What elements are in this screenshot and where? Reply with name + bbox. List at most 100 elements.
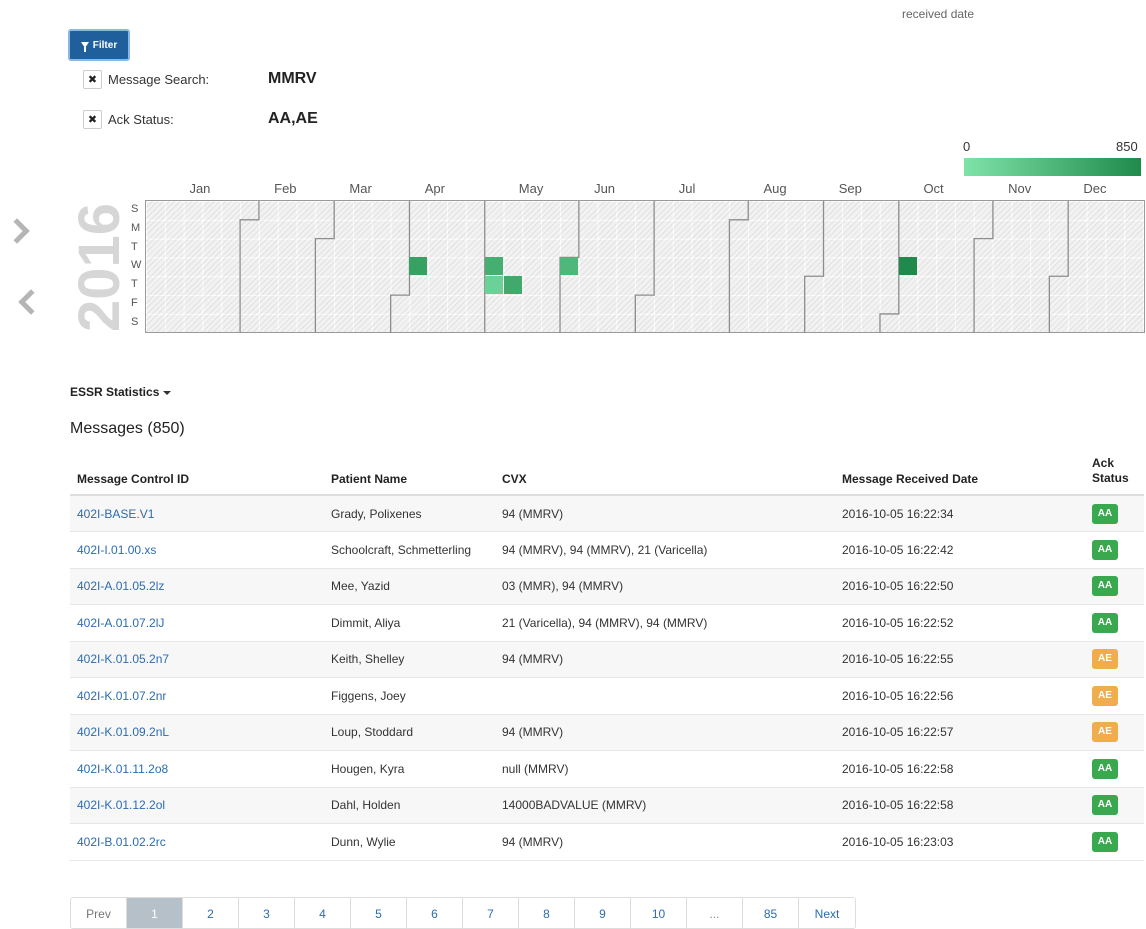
page-85[interactable]: 85 (743, 898, 799, 928)
received-date-cell: 2016-10-05 16:22:50 (835, 568, 1085, 605)
table-row[interactable]: 402I-BASE.V1 Grady, Polixenes 94 (MMRV) 201… (70, 495, 1144, 532)
message-id-link[interactable]: 402I-K.01.11.2o8 (77, 762, 168, 776)
calendar-day-cell[interactable] (484, 257, 503, 276)
table-row[interactable]: 402I-K.01.12.2ol Dahl, Holden 14000BADVALU… (70, 787, 1144, 824)
page-1[interactable]: 1 (127, 898, 183, 928)
filter-ack-status: ✖ Ack Status: AA,AE (83, 109, 318, 129)
color-legend-bar (964, 158, 1141, 176)
table-row[interactable]: 402I-K.01.09.2nL Loup, Stoddard 94 (MMRV) 2… (70, 714, 1144, 751)
filter-message-search: ✖ Message Search: MMRV (83, 69, 317, 89)
month-label-mar: Mar (349, 181, 372, 196)
received-date-cell: 2016-10-05 16:22:34 (835, 495, 1085, 532)
table-row[interactable]: 402I-A.01.05.2lz Mee, Yazid 03 (MMR), 94 (… (70, 568, 1144, 605)
filter-label: Ack Status: (108, 111, 174, 127)
ack-status-cell: AE (1085, 641, 1144, 678)
message-id-link[interactable]: 402I-BASE.V1 (77, 507, 154, 521)
ack-status-cell: AE (1085, 714, 1144, 751)
patient-name-cell: Keith, Shelley (324, 641, 495, 678)
column-header: Patient Name (324, 450, 495, 496)
cvx-cell: 94 (MMRV) (495, 641, 835, 678)
next-year-icon[interactable] (4, 218, 30, 244)
table-row[interactable]: 402I-A.01.07.2lJ Dimmit, Aliya 21 (Varicel… (70, 604, 1144, 642)
remove-filter-icon[interactable]: ✖ (83, 69, 102, 89)
message-id-link[interactable]: 402I-A.01.07.2lJ (77, 616, 164, 630)
ack-status-badge: AA (1092, 612, 1118, 633)
table-row[interactable]: 402I-B.01.02.2rc Dunn, Wylie 94 (MMRV) 2016… (70, 823, 1144, 861)
message-id-cell: 402I-A.01.05.2lz (70, 568, 324, 605)
page-6[interactable]: 6 (407, 898, 463, 928)
ack-status-cell: AA (1085, 568, 1144, 605)
filter-button[interactable]: Filter (68, 29, 130, 61)
message-id-link[interactable]: 402I-A.01.05.2lz (77, 579, 164, 593)
messages-title: Messages (850) (70, 420, 185, 437)
message-id-link[interactable]: 402I-B.01.02.2rc (77, 835, 166, 849)
page-2[interactable]: 2 (183, 898, 239, 928)
message-id-link[interactable]: 402I-K.01.05.2n7 (77, 652, 169, 666)
month-label-may: May (518, 181, 544, 196)
patient-name-cell: Loup, Stoddard (324, 714, 495, 751)
calendar-day-cell[interactable] (898, 257, 917, 276)
page-5[interactable]: 5 (351, 898, 407, 928)
message-id-link[interactable]: 402I-K.01.07.2nr (77, 689, 166, 703)
ack-status-badge: AA (1092, 539, 1118, 560)
ack-status-cell: AA (1085, 750, 1144, 788)
month-border-line (239, 201, 260, 333)
next-page-button[interactable]: Next (799, 898, 855, 928)
month-label-aug: Aug (763, 181, 787, 196)
ack-status-badge: AE (1092, 722, 1118, 743)
page-4[interactable]: 4 (295, 898, 351, 928)
message-id-link[interactable]: 402I-I.01.00.xs (77, 543, 156, 557)
message-id-link[interactable]: 402I-K.01.09.2nL (77, 725, 169, 739)
ack-status-badge: AA (1092, 831, 1118, 852)
remove-filter-icon[interactable]: ✖ (83, 109, 102, 129)
message-id-cell: 402I-K.01.12.2ol (70, 787, 324, 824)
ack-status-badge: AA (1092, 795, 1118, 816)
page-8[interactable]: 8 (519, 898, 575, 928)
ack-status-cell: AE (1085, 677, 1144, 715)
page-3[interactable]: 3 (239, 898, 295, 928)
day-label: M (131, 221, 141, 234)
cvx-cell: 14000BADVALUE (MMRV) (495, 787, 835, 824)
message-id-link[interactable]: 402I-K.01.12.2ol (77, 798, 165, 812)
column-header: Ack Status (1085, 450, 1144, 496)
received-date-cell: 2016-10-05 16:22:56 (835, 677, 1085, 715)
ack-status-cell: AA (1085, 531, 1144, 569)
patient-name-cell: Dimmit, Aliya (324, 604, 495, 642)
ack-status-cell: AA (1085, 787, 1144, 824)
essr-statistics-dropdown[interactable]: ESSR Statistics (70, 385, 172, 399)
calendar-day-cell[interactable] (560, 257, 579, 276)
calendar-day-cell[interactable] (409, 257, 428, 276)
column-header: Message Control ID (70, 450, 324, 496)
filter-label: Message Search: (108, 71, 210, 87)
page-10[interactable]: 10 (631, 898, 687, 928)
patient-name-cell: Schoolcraft, Schmetterling (324, 531, 495, 569)
prev-page-button[interactable]: Prev (71, 898, 127, 928)
calendar-day-cell[interactable] (484, 276, 503, 295)
table-row[interactable]: 402I-K.01.07.2nr Figgens, Joey 2016-10-05 … (70, 677, 1144, 715)
page-ellipsis: ... (687, 898, 743, 928)
day-label: T (131, 240, 138, 253)
message-id-cell: 402I-K.01.09.2nL (70, 714, 324, 751)
ack-status-cell: AA (1085, 823, 1144, 861)
message-id-cell: 402I-A.01.07.2lJ (70, 604, 324, 642)
table-row[interactable]: 402I-I.01.00.xs Schoolcraft, Schmetterlin… (70, 531, 1144, 569)
table-row[interactable]: 402I-K.01.11.2o8 Hougen, Kyra null (MMRV) 2… (70, 750, 1144, 788)
page-9[interactable]: 9 (575, 898, 631, 928)
ack-status-cell: AA (1085, 495, 1144, 532)
month-border-line (314, 201, 335, 333)
prev-year-icon[interactable] (18, 289, 44, 315)
patient-name-cell: Dunn, Wylie (324, 823, 495, 861)
month-borders (239, 201, 1069, 333)
cvx-cell: 03 (MMR), 94 (MMRV) (495, 568, 835, 605)
calendar-day-cell[interactable] (503, 276, 522, 295)
page-7[interactable]: 7 (463, 898, 519, 928)
ack-status-badge: AA (1092, 503, 1118, 524)
cvx-cell: 21 (Varicella), 94 (MMRV), 94 (MMRV) (495, 604, 835, 642)
ack-status-badge: AE (1092, 685, 1118, 706)
month-border-line (634, 201, 655, 333)
day-label: S (131, 315, 139, 328)
table-row[interactable]: 402I-K.01.05.2n7 Keith, Shelley 94 (MMRV) 2… (70, 641, 1144, 678)
month-label-nov: Nov (1008, 181, 1032, 196)
filter-value: MMRV (268, 70, 317, 87)
column-header: CVX (495, 450, 835, 496)
